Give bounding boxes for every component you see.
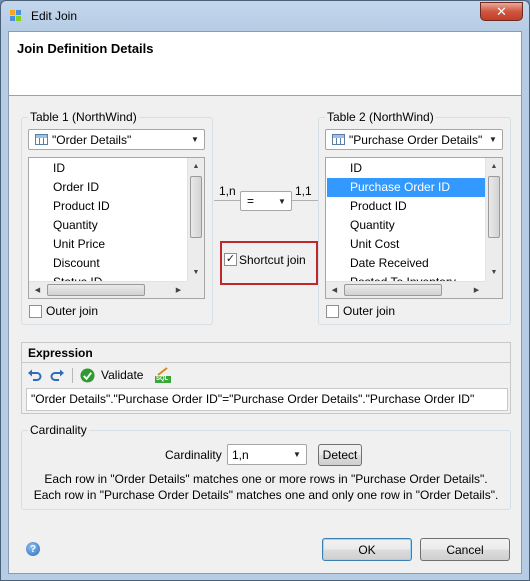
chevron-down-icon: ▼ [191, 135, 199, 144]
table2-outer-join-checkbox[interactable] [326, 305, 339, 318]
list-item[interactable]: Unit Cost [327, 235, 485, 254]
table2-selected-table: "Purchase Order Details" [349, 132, 483, 147]
scroll-down-icon[interactable]: ▼ [188, 264, 204, 281]
scroll-left-icon[interactable]: ◀ [326, 282, 343, 298]
cardinality-field-label: Cardinality [165, 448, 222, 462]
scroll-left-icon[interactable]: ◀ [29, 282, 46, 298]
table2-group-label: Table 2 (NorthWind) [325, 110, 436, 124]
cardinality-description-line2: Each row in "Purchase Order Details" mat… [33, 488, 499, 502]
sql-button[interactable]: SQL [154, 366, 172, 384]
validate-check-icon [80, 367, 95, 383]
cardinality-group-label: Cardinality [28, 423, 89, 437]
table1-selected-table: "Order Details" [52, 132, 132, 147]
table1-group-label: Table 1 (NorthWind) [28, 110, 139, 124]
chevron-down-icon: ▼ [489, 135, 497, 144]
redo-icon[interactable] [49, 367, 65, 383]
chevron-down-icon: ▼ [293, 450, 301, 459]
scroll-up-icon[interactable]: ▲ [188, 158, 204, 175]
chevron-down-icon: ▼ [278, 196, 286, 206]
scroll-thumb[interactable] [190, 176, 202, 238]
table2-outer-join-label: Outer join [343, 304, 396, 318]
cancel-button[interactable]: Cancel [420, 538, 510, 561]
scroll-corner [485, 281, 502, 298]
expression-toolbar: Validate SQL [22, 364, 510, 386]
close-icon: ✕ [496, 3, 507, 19]
header-panel: Join Definition Details [9, 32, 521, 96]
cardinality-value: 1,n [232, 447, 249, 462]
shortcut-join-label: Shortcut join [239, 253, 306, 267]
table-icon [332, 134, 345, 145]
list-item[interactable]: Order ID [30, 178, 187, 197]
app-icon [10, 10, 21, 21]
scroll-right-icon[interactable]: ▶ [468, 282, 485, 298]
join-line-left [214, 200, 240, 201]
toolbar-separator [72, 368, 73, 383]
cardinality-description-line1: Each row in "Order Details" matches one … [44, 472, 488, 486]
table1-outer-join-checkbox[interactable] [29, 305, 42, 318]
list-item[interactable]: ID [327, 159, 485, 178]
window-title: Edit Join [31, 9, 78, 23]
scroll-right-icon[interactable]: ▶ [170, 282, 187, 298]
list-item[interactable]: Discount [30, 254, 187, 273]
list-item[interactable]: Unit Price [30, 235, 187, 254]
list-item[interactable]: Product ID [30, 197, 187, 216]
page-title: Join Definition Details [17, 41, 154, 56]
table1-outer-join-label: Outer join [46, 304, 99, 318]
table2-column-list[interactable]: ID Purchase Order ID Product ID Quantity… [325, 157, 503, 299]
horizontal-scrollbar[interactable]: ◀ ▶ [326, 281, 485, 298]
help-icon[interactable]: ? [26, 542, 40, 556]
shortcut-join-checkbox[interactable]: ✓ [224, 253, 237, 266]
expression-input[interactable]: "Order Details"."Purchase Order ID"="Pur… [26, 388, 508, 411]
close-button[interactable]: ✕ [480, 2, 523, 21]
edit-join-dialog: Edit Join ✕ Join Definition Details Tabl… [0, 0, 530, 581]
right-cardinality: 1,1 [295, 184, 312, 198]
list-item-selected[interactable]: Purchase Order ID [327, 178, 485, 197]
undo-icon[interactable] [27, 367, 43, 383]
list-item[interactable]: Product ID [327, 197, 485, 216]
check-mark-icon: ✓ [225, 253, 236, 265]
scroll-corner [187, 281, 204, 298]
validate-label: Validate [101, 368, 144, 382]
scroll-thumb[interactable] [488, 176, 500, 238]
expression-panel: Expression Validate SQL "Order Details".… [21, 342, 511, 414]
join-line-right [292, 200, 319, 201]
horizontal-scrollbar[interactable]: ◀ ▶ [29, 281, 187, 298]
scroll-thumb[interactable] [47, 284, 145, 296]
operator-value: = [247, 194, 255, 208]
scroll-thumb[interactable] [344, 284, 442, 296]
cardinality-select[interactable]: 1,n ▼ [227, 444, 307, 465]
scroll-down-icon[interactable]: ▼ [486, 264, 502, 281]
table1-column-list[interactable]: ID Order ID Product ID Quantity Unit Pri… [28, 157, 205, 299]
ok-button[interactable]: OK [322, 538, 412, 561]
validate-button[interactable]: Validate [80, 365, 143, 385]
dialog-body: Join Definition Details Table 1 (NorthWi… [8, 31, 522, 574]
list-item[interactable]: Date Received [327, 254, 485, 273]
list-item[interactable]: Quantity [30, 216, 187, 235]
expression-heading: Expression [22, 343, 510, 363]
table2-select[interactable]: "Purchase Order Details" ▼ [325, 129, 503, 150]
vertical-scrollbar[interactable]: ▲ ▼ [187, 158, 204, 281]
list-item[interactable]: Quantity [327, 216, 485, 235]
operator-select[interactable]: = ▼ [240, 191, 292, 211]
table1-select[interactable]: "Order Details" ▼ [28, 129, 205, 150]
detect-button[interactable]: Detect [318, 444, 362, 466]
vertical-scrollbar[interactable]: ▲ ▼ [485, 158, 502, 281]
list-item[interactable]: ID [30, 159, 187, 178]
title-bar: Edit Join ✕ [1, 1, 529, 31]
scroll-up-icon[interactable]: ▲ [486, 158, 502, 175]
left-cardinality: 1,n [219, 184, 236, 198]
table-icon [35, 134, 48, 145]
sql-label: SQL [156, 376, 169, 382]
